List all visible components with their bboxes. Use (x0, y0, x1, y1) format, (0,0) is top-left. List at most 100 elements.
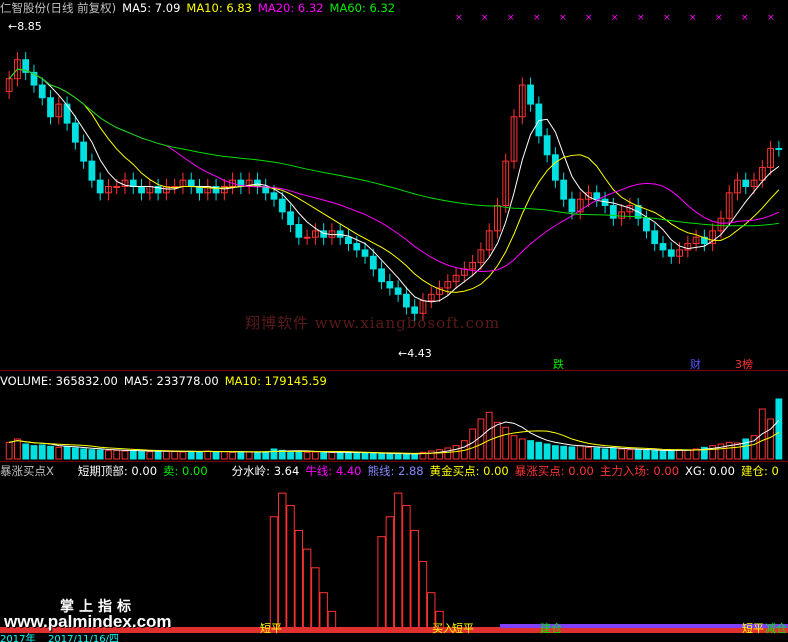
volume-bar (403, 453, 410, 460)
volume-bar (378, 453, 385, 460)
volume-bar (551, 445, 559, 460)
candle-body (403, 293, 410, 308)
volume-bar (634, 449, 642, 460)
signal-label: 建仓 (540, 621, 562, 635)
volume-bar (734, 442, 741, 460)
volume-bar (651, 450, 659, 460)
volume-bar (775, 398, 783, 460)
ma60-line (8, 68, 779, 227)
ma5-label: MA5: 7.09 (122, 1, 181, 15)
volume-bar (394, 453, 402, 460)
indicator-bar (286, 505, 295, 631)
volume-bar (55, 446, 63, 460)
ind-surge-buy: 暴涨买点: 0.00 (514, 464, 594, 478)
signal-mark: × (715, 13, 723, 23)
volume-bar (369, 452, 377, 460)
volume-bar (121, 450, 129, 460)
candle-body (47, 97, 54, 118)
volume-bar (336, 451, 344, 460)
site-text: www.palmindex.com (4, 612, 172, 631)
signal-mark: × (741, 13, 749, 23)
ind-main-force: 主力入场: 0.00 (599, 464, 680, 478)
candle-body (96, 179, 104, 194)
volume-bar (618, 448, 626, 460)
candle-body (80, 141, 88, 162)
event-tag: 财 (690, 357, 701, 370)
volume-bar (245, 451, 253, 460)
candle-body (303, 236, 311, 239)
volume-bar (576, 445, 584, 460)
vol-ma5-label: MA5: 233778.00 (123, 374, 219, 388)
volume-bar (162, 450, 170, 460)
volume-bar (502, 426, 510, 460)
candle-body (643, 217, 650, 232)
signal-mark: × (689, 13, 697, 23)
signal-label: 短平 (260, 621, 282, 635)
volume-bar (71, 447, 79, 460)
volume-bar (47, 445, 54, 460)
vol-ma10-label: MA10: 179145.59 (224, 374, 327, 388)
volume-bar (527, 440, 534, 460)
indicator-bar (319, 592, 328, 631)
candle-body (369, 255, 377, 270)
date-year: 2017年 (0, 632, 35, 642)
volume-bar (477, 418, 485, 460)
candle-body (295, 224, 303, 238)
ind-gold-buy: 黄金买点: 0.00 (429, 464, 509, 478)
volume-bar (254, 451, 261, 460)
indicator-bar (418, 561, 428, 631)
indicator-name: 暴涨买点X (0, 464, 54, 478)
candle-body (609, 205, 617, 219)
stock-name: 仁智股份(日线 前复权) (0, 1, 117, 15)
indicator-header: 暴涨买点X 短期顶部: 0.00 卖: 0.00 分水岭: 3.64 牛线: 4.40 熊… (0, 464, 785, 478)
candle-body (38, 84, 46, 99)
volume-bar (220, 451, 228, 460)
candle-body (113, 186, 121, 188)
candle-body (270, 192, 278, 200)
volume-bar (303, 451, 311, 460)
ma20-label: MA20: 6.32 (257, 1, 324, 15)
signal-mark: × (507, 13, 515, 23)
volume-bar (494, 421, 501, 460)
volume-bar (535, 441, 543, 460)
ind-build: 建仓: 0 (740, 464, 779, 478)
volume-bar (386, 453, 394, 460)
candle-body (287, 211, 294, 226)
low-price-label: ←4.43 (398, 347, 432, 360)
volume-bar (626, 449, 634, 460)
volume-bar (659, 450, 667, 460)
volume-bar (204, 450, 212, 460)
signal-mark: × (585, 13, 593, 23)
candle-body (659, 243, 667, 251)
candle-body (651, 230, 659, 245)
volume-bar (146, 451, 154, 460)
volume-bar (229, 451, 237, 460)
price-header: 仁智股份(日线 前复权) MA5: 7.09 MA10: 6.83 MA20: 6.3… (0, 1, 401, 15)
candle-body (386, 281, 394, 289)
volume-bar (22, 443, 30, 460)
volume-bar (154, 450, 162, 460)
volume-bar (361, 452, 369, 460)
ind-sell: 卖: 0.00 (163, 464, 208, 478)
ind-watershed: 分水岭: 3.64 (231, 464, 300, 478)
event-tag: 3榜 (735, 357, 753, 370)
candle-body (63, 103, 71, 124)
volume-bar (320, 452, 328, 460)
candle-body (543, 135, 551, 156)
indicator-bar (393, 492, 403, 631)
signal-mark: × (533, 13, 541, 23)
candle-body (742, 179, 750, 188)
volume-bar (643, 449, 650, 460)
volume-bar (518, 438, 526, 460)
indicator-bar (402, 505, 411, 631)
volume-bar (568, 446, 576, 460)
volume-bar (38, 444, 46, 460)
volume-bar (725, 441, 733, 460)
volume-bar (585, 446, 592, 460)
volume-bar (452, 445, 460, 460)
indicator-bar (278, 492, 287, 631)
candle-body (88, 160, 96, 181)
volume-bar (717, 443, 725, 460)
volume-bar (345, 452, 352, 460)
volume-bar (485, 411, 493, 460)
